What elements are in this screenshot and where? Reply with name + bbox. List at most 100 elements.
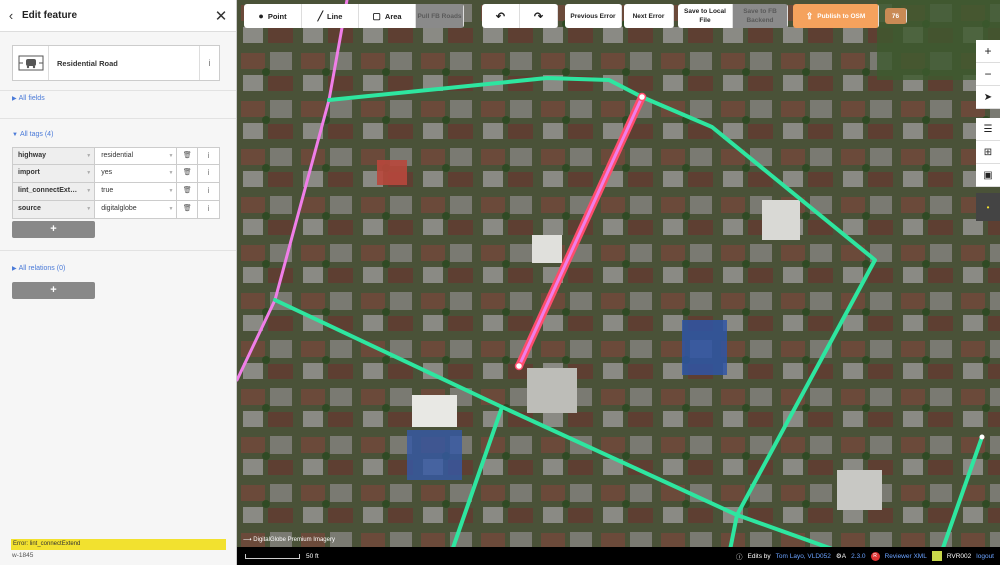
tag-key-field[interactable]: highway ▼	[13, 148, 96, 164]
divider	[0, 250, 236, 251]
tag-key-text: lint_connectExt…	[18, 187, 78, 194]
attribution-text: DigitalGlobe Premium Imagery	[253, 537, 335, 543]
disclosure-icon: ▶	[12, 266, 17, 272]
issues-icon[interactable]: ▣	[976, 164, 1000, 187]
tag-row: lint_connectExt… ▼ true ▼ 🗑 i	[12, 183, 220, 201]
tag-row: import ▼ yes ▼ 🗑 i	[12, 165, 220, 183]
info-icon[interactable]: i	[198, 183, 219, 200]
next-error-button[interactable]: Next Error	[624, 4, 674, 28]
line-icon: ╱	[317, 10, 323, 21]
all-tags-label: All tags (4)	[19, 131, 54, 138]
save-fb-backend-button[interactable]: Save to FB Backend	[733, 4, 788, 28]
feature-editor-sidebar: ‹ Edit feature ✕ Residential Road i ▶ All…	[0, 0, 237, 565]
undo-icon[interactable]: ↶	[482, 4, 520, 28]
user-name[interactable]: RVR002	[947, 553, 971, 560]
add-area-button[interactable]: ▢ Area	[359, 4, 416, 28]
reviewer-xml-link[interactable]: Reviewer XML	[885, 553, 927, 560]
map-panel-controls: ☰ ⊞ ▣	[976, 118, 1000, 187]
tag-value-field[interactable]: residential ▼	[95, 148, 178, 164]
tag-row: highway ▼ residential ▼ 🗑 i	[12, 147, 220, 165]
zoom-in-icon[interactable]: +	[976, 40, 1000, 63]
tag-key-text: highway	[18, 152, 47, 159]
history-group: ↶ ↷	[482, 4, 558, 28]
back-icon[interactable]: ‹	[0, 8, 22, 23]
map-data-icon[interactable]: ⊞	[976, 141, 1000, 164]
preset-name: Residential Road	[57, 58, 118, 68]
caret-down-icon: ▼	[86, 188, 92, 194]
preset-info-icon[interactable]: i	[199, 46, 219, 80]
avatar	[931, 551, 942, 561]
point-label: Point	[267, 11, 287, 21]
trash-icon[interactable]: 🗑	[177, 148, 199, 164]
info-icon[interactable]: i	[198, 148, 219, 164]
info-icon[interactable]: i	[198, 201, 219, 218]
tag-table: highway ▼ residential ▼ 🗑 i import ▼ yes ▼ 🗑…	[12, 147, 220, 219]
error-bar: Error: lint_connectExtend	[11, 539, 226, 550]
point-icon: ●	[258, 11, 264, 21]
minimap-toggle: •	[976, 193, 1000, 221]
map-canvas[interactable]: ● Point ╱ Line ▢ Area Pull FB Roads ↶ ↷ Pre…	[237, 0, 1000, 565]
upload-icon: ⇪	[805, 10, 814, 21]
caret-down-icon: ▼	[168, 153, 174, 159]
contributors-link[interactable]: Tom Layo, VLD052	[776, 553, 831, 560]
tag-value-field[interactable]: digitalglobe ▼	[95, 201, 178, 218]
tag-key-field[interactable]: source ▼	[13, 201, 96, 218]
help-icon[interactable]: •	[976, 193, 1000, 221]
all-fields-toggle[interactable]: ▶ All fields	[12, 95, 45, 102]
caret-down-icon: ▼	[86, 170, 92, 176]
all-relations-label: All relations (0)	[18, 265, 66, 272]
pull-fb-roads-button[interactable]: Pull FB Roads	[416, 4, 464, 28]
all-tags-toggle[interactable]: ▼ All tags (4)	[12, 131, 53, 138]
divider	[0, 90, 236, 91]
tag-value-field[interactable]: yes ▼	[95, 165, 178, 182]
save-local-button[interactable]: Save to Local File	[678, 4, 733, 28]
caret-down-icon: ▼	[86, 206, 92, 212]
sidebar-header: ‹ Edit feature ✕	[0, 0, 236, 32]
edits-by-prefix: Edits by	[747, 552, 771, 560]
tag-key-text: import	[18, 169, 40, 176]
previous-error-button[interactable]: Previous Error	[565, 4, 622, 28]
logout-link[interactable]: logout	[976, 553, 994, 560]
trash-icon[interactable]: 🗑	[177, 165, 199, 182]
trash-icon[interactable]: 🗑	[177, 201, 199, 218]
caret-down-icon: ▼	[168, 170, 174, 176]
tag-key-field[interactable]: import ▼	[13, 165, 96, 182]
close-icon[interactable]: ✕	[206, 7, 236, 25]
next-error-wrap: Next Error	[624, 4, 674, 28]
add-tag-button[interactable]: +	[12, 221, 95, 238]
edit-count-badge: 76	[885, 8, 907, 24]
trash-icon[interactable]: 🗑	[177, 183, 199, 200]
footer-info: ⓘ Edits by Tom Layo, VLD052 ⚙A 2.3.0 R R…	[736, 551, 1000, 561]
version-link[interactable]: 2.3.0	[851, 553, 865, 560]
road-preset-icon	[13, 46, 49, 80]
add-relation-button[interactable]: +	[12, 282, 95, 299]
zoom-out-icon[interactable]: −	[976, 63, 1000, 86]
publish-button[interactable]: ⇪ Publish to OSM	[793, 4, 879, 28]
tag-value-text: digitalglobe	[101, 205, 137, 212]
geolocate-icon[interactable]: ➤	[976, 86, 1000, 109]
publish-label: Publish to OSM	[817, 12, 866, 20]
add-point-button[interactable]: ● Point	[244, 4, 302, 28]
info-icon[interactable]: i	[198, 165, 219, 182]
redo-icon[interactable]: ↷	[520, 4, 558, 28]
tag-value-field[interactable]: true ▼	[95, 183, 178, 200]
all-relations-toggle[interactable]: ▶ All relations (0)	[12, 265, 65, 272]
caret-down-icon: ▼	[168, 188, 174, 194]
tag-value-text: residential	[101, 152, 134, 159]
layers-icon[interactable]: ☰	[976, 118, 1000, 141]
tag-value-text: true	[101, 187, 114, 194]
scale-bar: 50 ft	[245, 553, 319, 560]
way-id: w-1845	[12, 552, 34, 559]
draw-mode-group: ● Point ╱ Line ▢ Area Pull FB Roads	[244, 4, 464, 28]
publish-group: ⇪ Publish to OSM	[793, 4, 879, 28]
scale-line	[245, 553, 300, 559]
reviewer-icon: R	[870, 551, 880, 561]
accessibility-icon: ⚙A	[835, 553, 847, 560]
line-label: Line	[327, 11, 343, 21]
preset-button[interactable]: Residential Road i	[12, 45, 220, 81]
tag-key-field[interactable]: lint_connectExt… ▼	[13, 183, 96, 200]
disclosure-icon: ▶	[12, 96, 17, 102]
scale-label: 50 ft	[306, 552, 319, 560]
imagery-attribution: ⟶ DigitalGlobe Premium Imagery	[243, 537, 335, 543]
add-line-button[interactable]: ╱ Line	[302, 4, 359, 28]
